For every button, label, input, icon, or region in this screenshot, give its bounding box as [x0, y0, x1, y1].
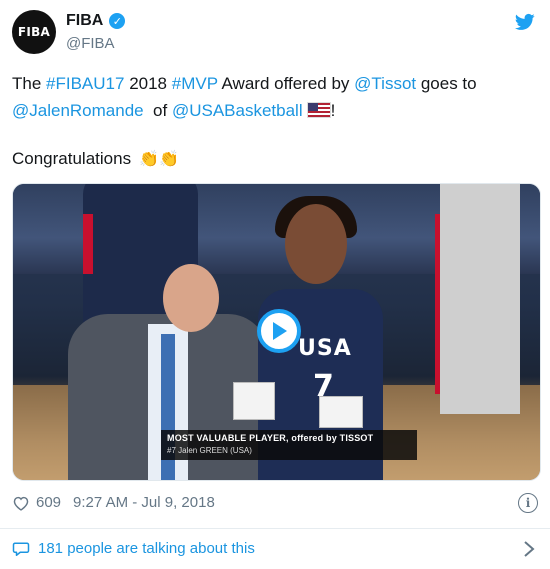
text-segment: Award offered by [217, 74, 355, 93]
us-flag-icon [306, 102, 331, 118]
player-head [285, 204, 347, 284]
hashtag-fibau17[interactable]: #FIBAU17 [46, 74, 124, 93]
jersey-stripe [83, 214, 93, 274]
congrats-text: Congratulations [12, 149, 132, 168]
tweet-card: FIBA FIBA ✓ @FIBA The #FIBAU17 2018 #MVP… [0, 0, 550, 569]
jersey-usa-text: USA [298, 336, 352, 361]
tweet-meta: 609 9:27 AM - Jul 9, 2018 [12, 494, 215, 511]
chevron-right-icon[interactable] [522, 540, 536, 558]
text-segment: ! [330, 101, 336, 120]
timestamp[interactable]: 9:27 AM - Jul 9, 2018 [73, 494, 215, 511]
text-segment: goes to [416, 74, 477, 93]
mention-usabasketball[interactable]: @USABasketball [172, 101, 303, 120]
mention-jalenromande[interactable]: @JalenRomande [12, 101, 144, 120]
caption-subtitle: #7 Jalen GREEN (USA) [167, 446, 252, 455]
conversation-link[interactable]: 181 people are talking about this [12, 540, 255, 557]
avatar-logo-text: FIBA [17, 25, 51, 39]
text-segment: of [143, 101, 172, 120]
text-segment: The [12, 74, 47, 93]
caption-title: MOST VALUABLE PLAYER, offered by TISSOT [167, 433, 374, 443]
mention-tissot[interactable]: @Tissot [354, 74, 416, 93]
congrats-line: Congratulations 👏👏 [12, 145, 179, 173]
like-count[interactable]: 609 [36, 494, 61, 511]
avatar[interactable]: FIBA [12, 10, 56, 54]
heart-icon[interactable] [12, 495, 30, 511]
presenter-head [163, 264, 219, 332]
author-name-row[interactable]: FIBA ✓ [66, 12, 126, 30]
hashtag-mvp[interactable]: #MVP [172, 74, 218, 93]
clapping-hands-icon: 👏👏 [139, 151, 179, 168]
talking-about-text[interactable]: 181 people are talking about this [38, 540, 255, 557]
text-segment: 2018 [124, 74, 172, 93]
verified-icon: ✓ [109, 13, 126, 29]
video-caption: MOST VALUABLE PLAYER, offered by TISSOT … [161, 430, 417, 460]
background-person [440, 184, 520, 414]
twitter-bird-icon[interactable] [514, 12, 536, 32]
comment-icon [12, 542, 30, 556]
author-handle[interactable]: @FIBA [66, 35, 115, 52]
play-icon [273, 322, 287, 340]
award-box [233, 382, 275, 420]
divider [0, 528, 550, 529]
display-name[interactable]: FIBA [66, 12, 103, 30]
verified-check: ✓ [112, 15, 122, 28]
award-box [319, 396, 363, 428]
video-player[interactable]: USA 7 MOST VALUABLE PLAYER, offered by T… [12, 183, 541, 481]
play-button[interactable] [257, 309, 301, 353]
info-icon[interactable]: i [518, 493, 538, 513]
tweet-text: The #FIBAU17 2018 #MVP Award offered by … [12, 70, 532, 124]
